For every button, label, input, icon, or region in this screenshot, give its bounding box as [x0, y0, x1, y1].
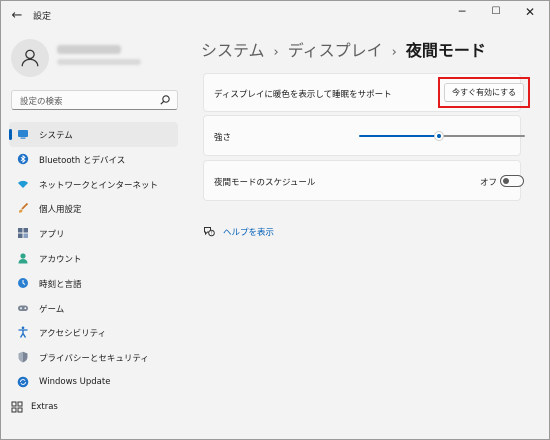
sidebar-item-label: Bluetooth とデバイス — [39, 155, 126, 166]
help-link[interactable]: ヘルプを表示 — [223, 226, 274, 238]
sidebar-item-label: プライバシーとセキュリティ — [39, 354, 149, 365]
sidebar-item-accessibility[interactable]: アクセシビリティ — [9, 320, 178, 345]
sidebar-item-windows-update[interactable]: Windows Update — [9, 370, 178, 395]
sidebar-item-extras[interactable]: Extras — [1, 395, 178, 420]
sidebar-item-label: アカウント — [39, 254, 82, 265]
chevron-right-icon: › — [391, 45, 397, 60]
enable-now-button[interactable]: 今すぐ有効にする — [444, 83, 524, 102]
page-title: 夜間モード — [405, 41, 486, 60]
sidebar-item-gaming[interactable]: ゲーム — [9, 296, 178, 321]
toggle-state-label: オフ — [480, 178, 498, 188]
sidebar-item-label: Windows Update — [39, 376, 111, 387]
slider-track-empty — [442, 135, 525, 137]
sidebar-item-label: システム — [39, 131, 73, 141]
windows-update-icon — [17, 376, 29, 388]
bluetooth-icon — [17, 153, 29, 165]
schedule-card: 夜間モードのスケジュール オフ — [203, 160, 524, 201]
gamepad-icon — [17, 302, 29, 314]
sidebar-item-system[interactable]: システム — [9, 122, 178, 147]
toggle-knob — [503, 178, 509, 184]
sidebar-item-privacy-security[interactable]: プライバシーとセキュリティ — [9, 345, 178, 370]
sidebar-item-network[interactable]: ネットワークとインターネット — [9, 172, 178, 197]
maximize-button[interactable]: ☐ — [481, 3, 511, 21]
sidebar-item-label: アクセシビリティ — [39, 329, 107, 340]
search-input[interactable]: 設定の検索 — [11, 90, 178, 110]
extras-grid-icon — [11, 401, 23, 413]
clock-globe-icon — [17, 277, 29, 289]
minimize-button[interactable]: ─ — [447, 3, 477, 21]
slider-thumb[interactable] — [434, 131, 444, 141]
settings-window: ← 設定 ─ ☐ ✕ 設定の検索 システム Bluetooth とデバイス ネッ… — [0, 0, 550, 440]
sidebar-item-label: 時刻と言語 — [39, 279, 82, 290]
strength-label: 強さ — [214, 133, 232, 143]
avatar[interactable] — [11, 39, 49, 77]
chevron-right-icon: › — [273, 45, 279, 60]
user-email-blurred — [57, 59, 141, 65]
strength-card: 強さ — [203, 115, 525, 156]
sidebar: 設定の検索 システム Bluetooth とデバイス ネットワークとインターネッ… — [1, 31, 191, 439]
sidebar-item-accounts[interactable]: アカウント — [9, 246, 178, 271]
sidebar-item-label: アプリ — [39, 230, 65, 241]
account-icon — [17, 252, 29, 264]
bluelight-card: ディスプレイに暖色を表示して睡眠をサポート 今すぐ有効にする — [203, 73, 530, 112]
breadcrumb: システム › ディスプレイ › 夜間モード — [201, 37, 486, 61]
slider-track-filled — [359, 135, 436, 137]
user-name-blurred — [57, 45, 121, 54]
app-title: 設定 — [33, 12, 52, 22]
title-bar: ← 設定 ─ ☐ ✕ — [1, 1, 549, 31]
highlight-box: 今すぐ有効にする — [438, 77, 530, 108]
paintbrush-icon — [17, 202, 29, 214]
sidebar-item-label: ゲーム — [39, 304, 65, 315]
schedule-label: 夜間モードのスケジュール — [214, 178, 316, 188]
sidebar-item-bluetooth[interactable]: Bluetooth とデバイス — [9, 147, 178, 172]
search-icon[interactable] — [159, 94, 171, 106]
sidebar-item-label: ネットワークとインターネット — [39, 180, 159, 191]
sidebar-item-label: 個人用設定 — [39, 205, 82, 216]
sidebar-nav: システム Bluetooth とデバイス ネットワークとインターネット 個人用設… — [1, 122, 191, 420]
apps-icon — [17, 227, 29, 239]
wifi-icon — [17, 178, 29, 190]
breadcrumb-display[interactable]: ディスプレイ — [288, 41, 383, 60]
sidebar-item-time-language[interactable]: 時刻と言語 — [9, 271, 178, 296]
schedule-toggle[interactable] — [500, 175, 524, 187]
accessibility-icon — [17, 326, 29, 339]
close-button[interactable]: ✕ — [515, 3, 545, 21]
shield-icon — [17, 351, 29, 363]
monitor-icon — [17, 128, 29, 140]
breadcrumb-system[interactable]: システム — [201, 41, 265, 60]
search-placeholder: 設定の検索 — [20, 97, 63, 107]
sidebar-item-personalization[interactable]: 個人用設定 — [9, 196, 178, 221]
back-arrow-icon[interactable]: ← — [7, 6, 27, 26]
strength-slider[interactable] — [359, 131, 525, 141]
bluelight-label: ディスプレイに暖色を表示して睡眠をサポート — [214, 90, 392, 100]
sidebar-item-label: Extras — [31, 401, 58, 412]
svg-text:?: ? — [210, 231, 212, 236]
user-icon — [21, 49, 39, 67]
help-icon: ? — [204, 227, 215, 237]
sidebar-item-apps[interactable]: アプリ — [9, 221, 178, 246]
main-content: システム › ディスプレイ › 夜間モード ディスプレイに暖色を表示して睡眠をサポート … — [191, 31, 549, 439]
